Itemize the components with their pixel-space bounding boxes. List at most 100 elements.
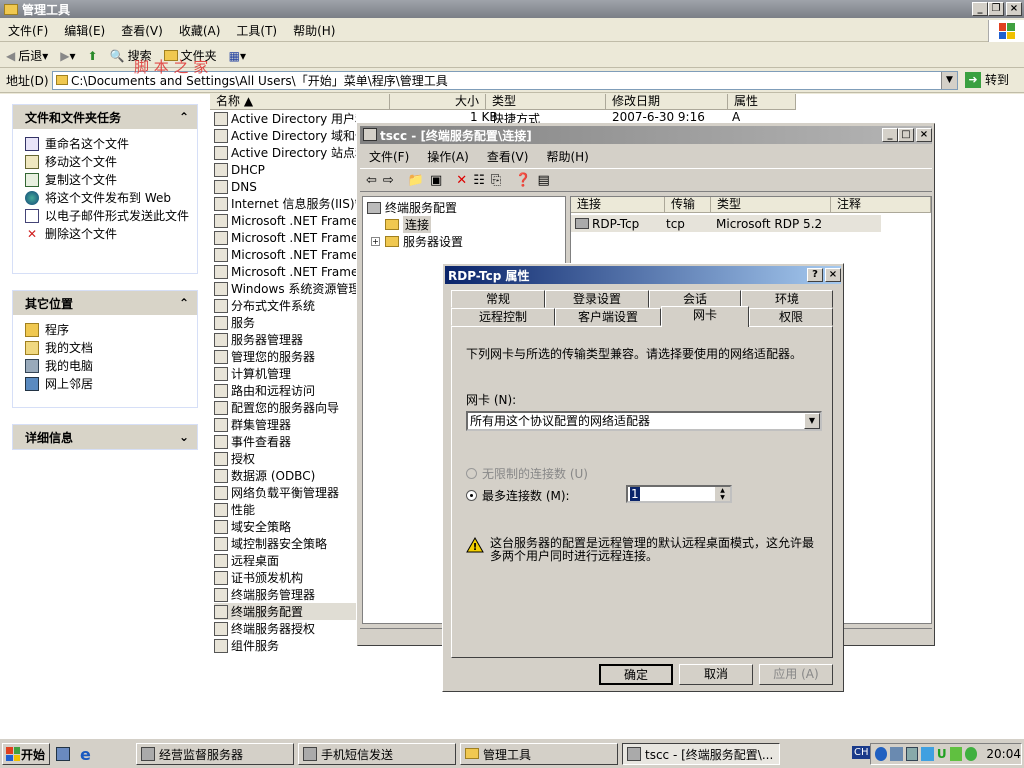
file-item[interactable]: 性能 xyxy=(214,501,356,518)
close-button[interactable]: × xyxy=(1006,2,1022,16)
tab-environment[interactable]: 环境 xyxy=(741,290,833,308)
mmc-col-transport[interactable]: 传输 xyxy=(665,197,711,213)
place-programs[interactable]: 程序 xyxy=(13,321,197,339)
tab-logon[interactable]: 登录设置 xyxy=(545,290,649,308)
address-dropdown-icon[interactable]: ▼ xyxy=(941,72,957,89)
file-item[interactable]: DHCP xyxy=(214,161,356,178)
apply-button[interactable]: 应用 (A) xyxy=(759,664,833,685)
other-places-header[interactable]: 其它位置 ⌃ xyxy=(13,291,197,315)
place-my-computer[interactable]: 我的电脑 xyxy=(13,357,197,375)
mmc-up-icon[interactable]: 📁 xyxy=(408,173,424,188)
task-move[interactable]: 移动这个文件 xyxy=(13,153,197,171)
quicklaunch-desktop-icon[interactable] xyxy=(56,747,70,761)
file-tasks-header[interactable]: 文件和文件夹任务 ⌃ xyxy=(13,105,197,129)
file-item[interactable]: Microsoft .NET Framework xyxy=(214,246,356,263)
file-item[interactable]: DNS xyxy=(214,178,356,195)
file-item[interactable]: 组件服务 xyxy=(214,637,356,654)
restore-button[interactable]: ❐ xyxy=(988,2,1004,16)
file-item[interactable]: Microsoft .NET Framework xyxy=(214,229,356,246)
tab-remote-control[interactable]: 远程控制 xyxy=(451,308,555,326)
file-item[interactable]: Active Directory 用户和计算机 xyxy=(214,110,356,127)
file-item[interactable]: 远程桌面 xyxy=(214,552,356,569)
taskbar-item-0[interactable]: 经营监督服务器 xyxy=(136,743,294,765)
file-item[interactable]: 管理您的服务器 xyxy=(214,348,356,365)
mmc-menu-file[interactable]: 文件(F) xyxy=(360,148,418,165)
ok-button[interactable]: 确定 xyxy=(599,664,673,685)
mmc-help-icon[interactable]: ❓ xyxy=(515,173,531,188)
file-item[interactable]: 终端服务配置 xyxy=(214,603,356,620)
nic-select[interactable]: 所有用这个协议配置的网络适配器 ▼ xyxy=(466,411,822,431)
language-indicator[interactable]: CH xyxy=(852,746,871,759)
column-name[interactable]: 名称 ▲ xyxy=(210,94,390,110)
spin-down-icon[interactable]: ▼ xyxy=(715,494,730,501)
tray-u-icon[interactable]: U xyxy=(937,747,947,761)
tray-network-icon[interactable] xyxy=(875,747,888,761)
file-item[interactable]: Active Directory 站点和服务 xyxy=(214,144,356,161)
mmc-forward-icon[interactable]: ⇨ xyxy=(383,173,394,188)
tab-network-adapter[interactable]: 网卡 xyxy=(661,306,749,327)
file-item[interactable]: 网络负载平衡管理器 xyxy=(214,484,356,501)
tab-client-settings[interactable]: 客户端设置 xyxy=(555,308,661,326)
file-item[interactable]: 配置您的服务器向导 xyxy=(214,399,356,416)
file-item[interactable]: Microsoft .NET Framework xyxy=(214,263,356,280)
taskbar-item-2[interactable]: 管理工具 xyxy=(460,743,618,765)
forward-button[interactable]: ▶ ▾ xyxy=(54,46,81,66)
menu-tools[interactable]: 工具(T) xyxy=(228,22,285,39)
mmc-delete-icon[interactable]: ✕ xyxy=(456,173,467,188)
mmc-row-rdp-tcp[interactable]: RDP-Tcp tcp Microsoft RDP 5.2 xyxy=(571,215,881,232)
tree-item-server-settings[interactable]: + 服务器设置 xyxy=(371,233,463,250)
place-my-documents[interactable]: 我的文档 xyxy=(13,339,197,357)
menu-edit[interactable]: 编辑(E) xyxy=(56,22,113,39)
tray-status-icon[interactable] xyxy=(949,747,962,761)
file-item[interactable]: 域控制器安全策略 xyxy=(214,535,356,552)
radio-unlimited[interactable]: 无限制的连接数 (U) xyxy=(466,465,588,482)
tree-expand-icon[interactable]: + xyxy=(371,237,380,246)
file-item[interactable]: 路由和远程访问 xyxy=(214,382,356,399)
file-item[interactable]: 分布式文件系统 xyxy=(214,297,356,314)
place-network[interactable]: 网上邻居 xyxy=(13,375,197,393)
mmc-tree-toggle-icon[interactable]: ▣ xyxy=(430,173,442,188)
taskbar-item-3[interactable]: tscc - [终端服务配置\... xyxy=(622,743,780,765)
tray-shield-icon[interactable] xyxy=(965,747,978,761)
task-copy[interactable]: 复制这个文件 xyxy=(13,171,197,189)
task-rename[interactable]: 重命名这个文件 xyxy=(13,135,197,153)
tab-permissions[interactable]: 权限 xyxy=(749,308,833,326)
mmc-col-connection[interactable]: 连接 xyxy=(571,197,665,213)
back-button[interactable]: ◀ 后退 ▾ xyxy=(0,46,54,66)
file-item[interactable]: 终端服务器授权 xyxy=(214,620,356,637)
nic-dropdown-icon[interactable]: ▼ xyxy=(804,413,820,429)
mmc-properties-icon[interactable]: ☷ xyxy=(473,173,485,188)
expand-icon[interactable]: ⌄ xyxy=(179,430,189,444)
menu-file[interactable]: 文件(F) xyxy=(0,22,56,39)
mmc-col-comment[interactable]: 注释 xyxy=(831,197,931,213)
file-item[interactable]: Windows 系统资源管理器 xyxy=(214,280,356,297)
mmc-minimize-button[interactable]: _ xyxy=(882,128,898,142)
mmc-close-button[interactable]: × xyxy=(916,128,932,142)
file-item[interactable]: Microsoft .NET Framework xyxy=(214,212,356,229)
column-size[interactable]: 大小 xyxy=(390,94,486,110)
dialog-help-button[interactable]: ? xyxy=(807,268,823,282)
tray-monitor-icon[interactable] xyxy=(890,747,903,761)
mmc-col-type[interactable]: 类型 xyxy=(711,197,831,213)
start-button[interactable]: 开始 xyxy=(2,743,50,765)
radio-max-connections[interactable]: 最多连接数 (M): xyxy=(466,487,570,504)
tray-computer-icon[interactable] xyxy=(905,747,919,761)
file-item[interactable]: 授权 xyxy=(214,450,356,467)
mmc-export-icon[interactable]: ⎘ xyxy=(491,173,501,188)
dialog-close-button[interactable]: × xyxy=(825,268,841,282)
file-item[interactable]: 域安全策略 xyxy=(214,518,356,535)
spin-up-icon[interactable]: ▲ xyxy=(715,487,730,494)
file-item[interactable]: 证书颁发机构 xyxy=(214,569,356,586)
details-header[interactable]: 详细信息 ⌄ xyxy=(13,425,197,449)
task-publish-web[interactable]: 将这个文件发布到 Web xyxy=(13,189,197,207)
minimize-button[interactable]: _ xyxy=(972,2,988,16)
file-item[interactable]: 数据源 (ODBC) xyxy=(214,467,356,484)
task-email[interactable]: 以电子邮件形式发送此文件 xyxy=(13,207,197,225)
up-folder-button[interactable]: ⬆ xyxy=(82,46,104,66)
file-item[interactable]: 终端服务管理器 xyxy=(214,586,356,603)
menu-view[interactable]: 查看(V) xyxy=(113,22,171,39)
task-delete[interactable]: ✕ 删除这个文件 xyxy=(13,225,197,243)
mmc-back-icon[interactable]: ⇦ xyxy=(366,173,377,188)
mmc-menu-help[interactable]: 帮助(H) xyxy=(537,148,597,165)
file-item[interactable]: 计算机管理 xyxy=(214,365,356,382)
